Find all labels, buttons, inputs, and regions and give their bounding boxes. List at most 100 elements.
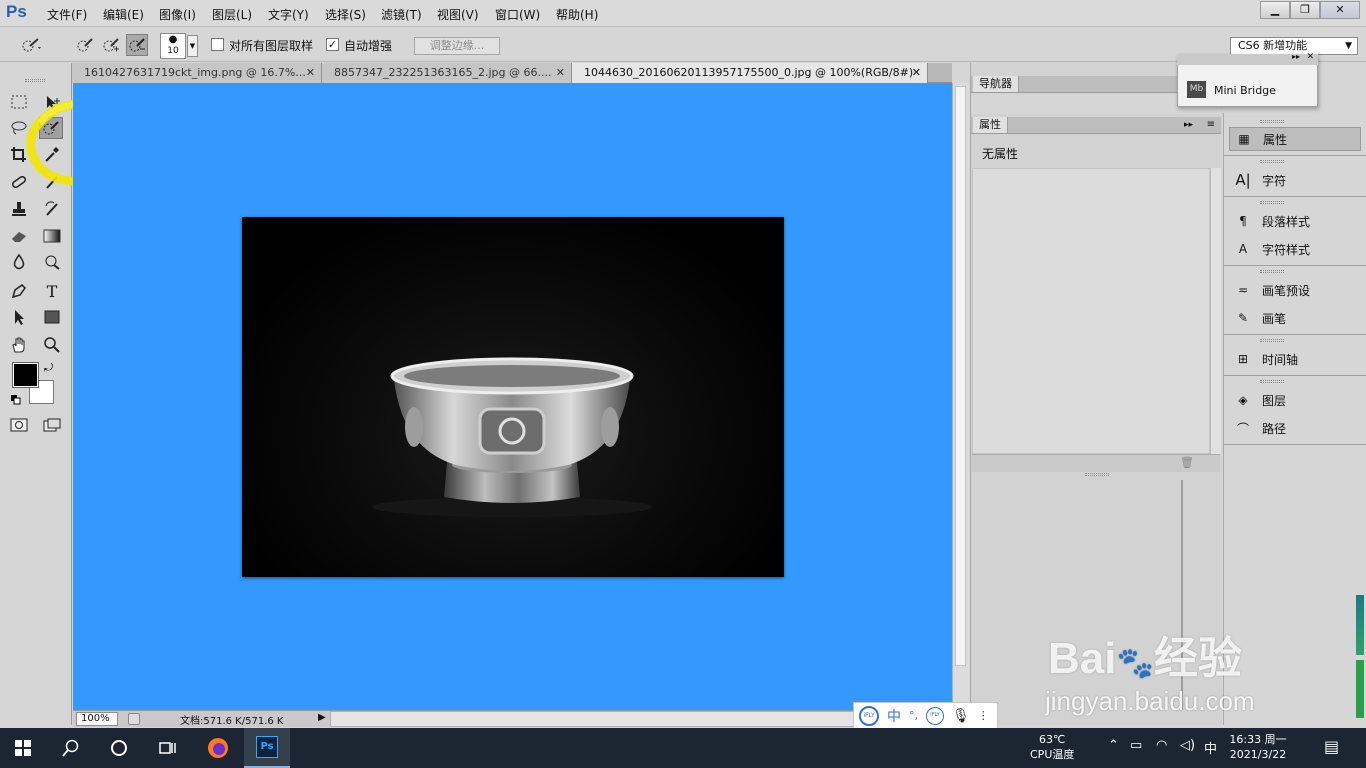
gradient-tool[interactable]	[40, 225, 64, 247]
zoom-field[interactable]: 100%	[76, 712, 118, 726]
properties-scrollbar[interactable]	[1210, 168, 1221, 454]
menu-filter[interactable]: 滤镜(T)	[381, 6, 422, 23]
panel-menu-icon[interactable]: ≡	[1207, 117, 1215, 133]
tab-label: 1610427631719ckt_img.png @ 16.7%...	[84, 66, 306, 79]
menu-window[interactable]: 窗口(W)	[495, 6, 540, 23]
menu-layer[interactable]: 图层(L)	[212, 6, 252, 23]
more-icon[interactable]: ⋮	[978, 709, 989, 722]
rectangle-tool[interactable]	[40, 306, 64, 328]
add-to-selection-button[interactable]	[100, 34, 122, 56]
navigator-tab[interactable]: 导航器	[973, 76, 1019, 92]
ime-punctuation-toggle[interactable]: °,	[909, 709, 918, 722]
tool-preset-picker[interactable]	[20, 34, 42, 56]
panel-group-grip[interactable]	[1260, 120, 1284, 123]
collapse-icon[interactable]: ▸▸	[1292, 52, 1300, 61]
menu-type[interactable]: 文字(Y)	[268, 6, 309, 23]
panel-button-character-styles[interactable]: A 字符样式	[1229, 237, 1361, 261]
task-view-button[interactable]	[144, 728, 190, 768]
microphone-icon[interactable]: 🎙	[952, 708, 970, 724]
search-icon	[62, 739, 79, 757]
ime-indicator[interactable]: 中	[1204, 738, 1217, 757]
auto-enhance-checkbox[interactable]: ✓	[326, 38, 339, 51]
pen-tool[interactable]	[7, 280, 31, 302]
screen-mode-button[interactable]	[40, 414, 64, 436]
tab-document-2[interactable]: 8857347_232251363165_2.jpg @ 66.... ✕	[322, 63, 572, 83]
panel-group-grip[interactable]	[1260, 270, 1284, 273]
tab-document-1[interactable]: 1610427631719ckt_img.png @ 16.7%... ✕	[72, 63, 322, 83]
menu-image[interactable]: 图像(I)	[159, 6, 196, 23]
brush-size-picker[interactable]: ● 10	[160, 33, 186, 59]
panel-grip[interactable]	[1085, 473, 1109, 476]
panel-button-layers[interactable]: ◈ 图层	[1229, 388, 1361, 412]
panel-button-timeline[interactable]: ⊞ 时间轴	[1229, 347, 1361, 371]
new-selection-mode-button[interactable]	[74, 34, 96, 56]
restore-button[interactable]: ❐	[1290, 1, 1320, 19]
close-icon[interactable]: ✕	[556, 63, 565, 82]
minimize-button[interactable]: ▁	[1260, 1, 1290, 19]
clone-stamp-tool[interactable]	[7, 198, 31, 220]
subtract-from-selection-button[interactable]	[126, 34, 148, 56]
blur-tool[interactable]	[7, 251, 31, 273]
menu-view[interactable]: 视图(V)	[437, 6, 479, 23]
photoshop-logo: Ps	[6, 2, 27, 21]
close-icon[interactable]: ✕	[912, 63, 921, 82]
history-brush-tool[interactable]	[40, 198, 64, 220]
type-tool[interactable]: T	[40, 280, 64, 302]
mini-bridge-icon[interactable]: Mb	[1187, 81, 1206, 98]
swap-colors-icon[interactable]: ⤾	[44, 361, 53, 375]
panel-button-paths[interactable]: ⌒ 路径	[1229, 416, 1361, 440]
status-info-icon[interactable]	[128, 713, 140, 725]
wifi-icon[interactable]: ◠	[1156, 738, 1167, 753]
close-window-button[interactable]: ✕	[1320, 1, 1360, 19]
properties-tab[interactable]: 属性	[973, 117, 1008, 133]
firefox-taskbar-button[interactable]	[195, 728, 241, 768]
sample-all-layers-checkbox[interactable]	[211, 38, 224, 51]
panel-group-grip[interactable]	[1260, 160, 1284, 163]
panel-group-grip[interactable]	[1260, 201, 1284, 204]
refine-edge-button[interactable]: 调整边缘...	[414, 37, 500, 55]
path-selection-tool[interactable]	[7, 306, 31, 328]
trash-icon[interactable]: 🗑	[1180, 456, 1194, 469]
menu-select[interactable]: 选择(S)	[325, 6, 366, 23]
photoshop-taskbar-button[interactable]: Ps	[244, 728, 290, 768]
panel-button-brush[interactable]: ✎ 画笔	[1229, 306, 1361, 330]
panel-button-character[interactable]: A| 字符	[1229, 168, 1361, 192]
cortana-button[interactable]	[96, 728, 142, 768]
panel-button-brush-presets[interactable]: ≂ 画笔预设	[1229, 278, 1361, 302]
scrollbar-thumb[interactable]	[955, 86, 966, 666]
network-status-icon[interactable]: ▭	[1130, 738, 1142, 753]
brush-dot-icon: ●	[168, 34, 178, 45]
ifly-logo-icon[interactable]: iFLY	[859, 705, 879, 726]
quick-mask-button[interactable]	[7, 414, 31, 436]
menu-edit[interactable]: 编辑(E)	[103, 6, 144, 23]
document-image[interactable]	[242, 217, 784, 577]
panel-button-paragraph-styles[interactable]: ¶ 段落样式	[1229, 209, 1361, 233]
default-colors-icon[interactable]	[11, 394, 21, 405]
system-clock[interactable]: 16:33 周一 2021/3/22	[1224, 732, 1292, 762]
menu-file[interactable]: 文件(F)	[47, 6, 87, 23]
show-hidden-icons-icon[interactable]: ⌃	[1108, 738, 1119, 753]
notification-center-icon[interactable]: ▤	[1324, 737, 1339, 756]
start-button[interactable]	[0, 728, 46, 768]
panel-button-properties[interactable]: ▦ 属性	[1229, 127, 1361, 151]
status-menu-arrow-icon[interactable]: ▶	[318, 712, 326, 723]
dodge-tool[interactable]	[40, 251, 64, 273]
volume-icon[interactable]: ◁)	[1180, 738, 1195, 753]
search-button[interactable]	[48, 728, 94, 768]
ifly-settings-icon[interactable]: iFLY	[926, 706, 944, 725]
ime-mode-toggle[interactable]: 中	[887, 706, 901, 726]
menu-help[interactable]: 帮助(H)	[556, 6, 598, 23]
eraser-tool[interactable]	[7, 225, 31, 247]
close-icon[interactable]: ✕	[1306, 52, 1314, 62]
tab-document-3[interactable]: 1044630_20160620113957175500_0.jpg @ 100…	[572, 63, 928, 83]
collapse-icon[interactable]: ▸▸	[1184, 117, 1193, 133]
toolbox-grip[interactable]	[25, 79, 45, 82]
mini-bridge-label[interactable]: Mini Bridge	[1214, 84, 1276, 97]
brush-dropdown-arrow[interactable]: ▼	[187, 35, 198, 57]
panel-group-grip[interactable]	[1260, 339, 1284, 342]
zoom-tool[interactable]	[40, 334, 64, 356]
hand-tool[interactable]	[7, 334, 31, 356]
panel-group-grip[interactable]	[1260, 380, 1284, 383]
close-icon[interactable]: ✕	[306, 63, 315, 82]
foreground-color-swatch[interactable]	[12, 362, 39, 388]
